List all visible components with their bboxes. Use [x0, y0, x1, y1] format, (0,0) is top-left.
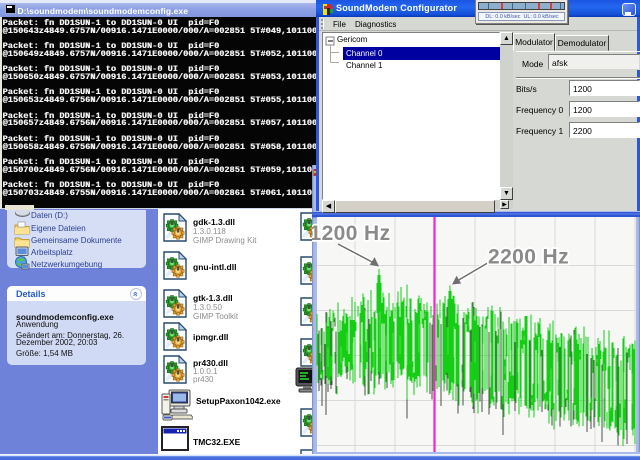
svg-text:1200 Hz: 1200 Hz — [312, 222, 391, 245]
svg-text:2200 Hz: 2200 Hz — [488, 246, 569, 269]
